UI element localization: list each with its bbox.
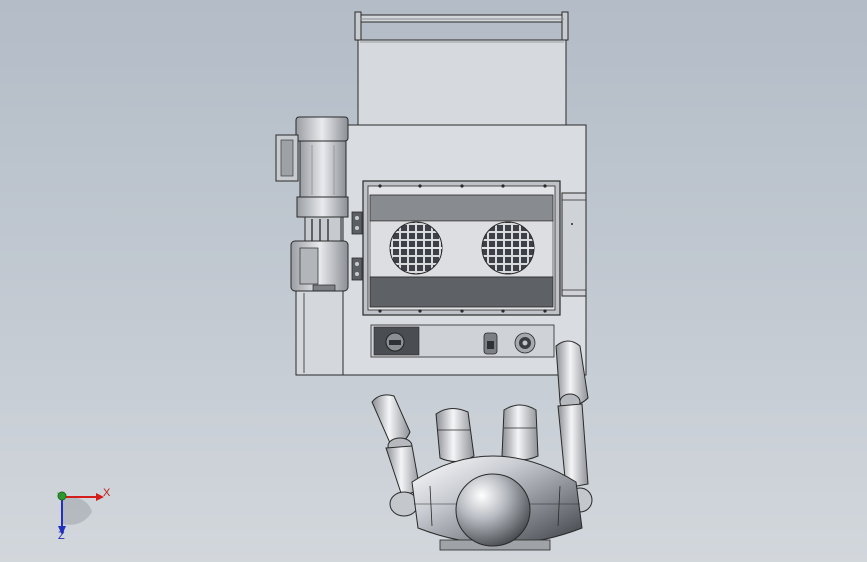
gearbox xyxy=(290,240,349,294)
gripper-finger-left xyxy=(371,394,421,517)
gripper-finger-middle-right xyxy=(501,404,539,461)
gripper-wrist-ball xyxy=(455,473,531,547)
drive-motor xyxy=(275,116,349,198)
roller-left xyxy=(389,221,443,275)
toggle-switch xyxy=(483,332,498,355)
triad-x-label: X xyxy=(103,487,111,499)
motor-support-frame xyxy=(295,290,344,376)
triad-y-label: Y xyxy=(57,491,64,501)
assembly-model-view[interactable] xyxy=(0,0,867,562)
coupling xyxy=(296,196,349,244)
reference-triad[interactable] xyxy=(57,491,104,535)
triad-z-label: Z xyxy=(58,530,65,542)
gripper-finger-middle-left xyxy=(435,408,475,462)
hopper-box xyxy=(357,39,567,126)
top-handle xyxy=(354,11,569,41)
cad-graphics-viewport[interactable]: X Y Z xyxy=(0,0,867,562)
rotary-knob xyxy=(514,332,536,354)
roller-right xyxy=(481,221,535,275)
